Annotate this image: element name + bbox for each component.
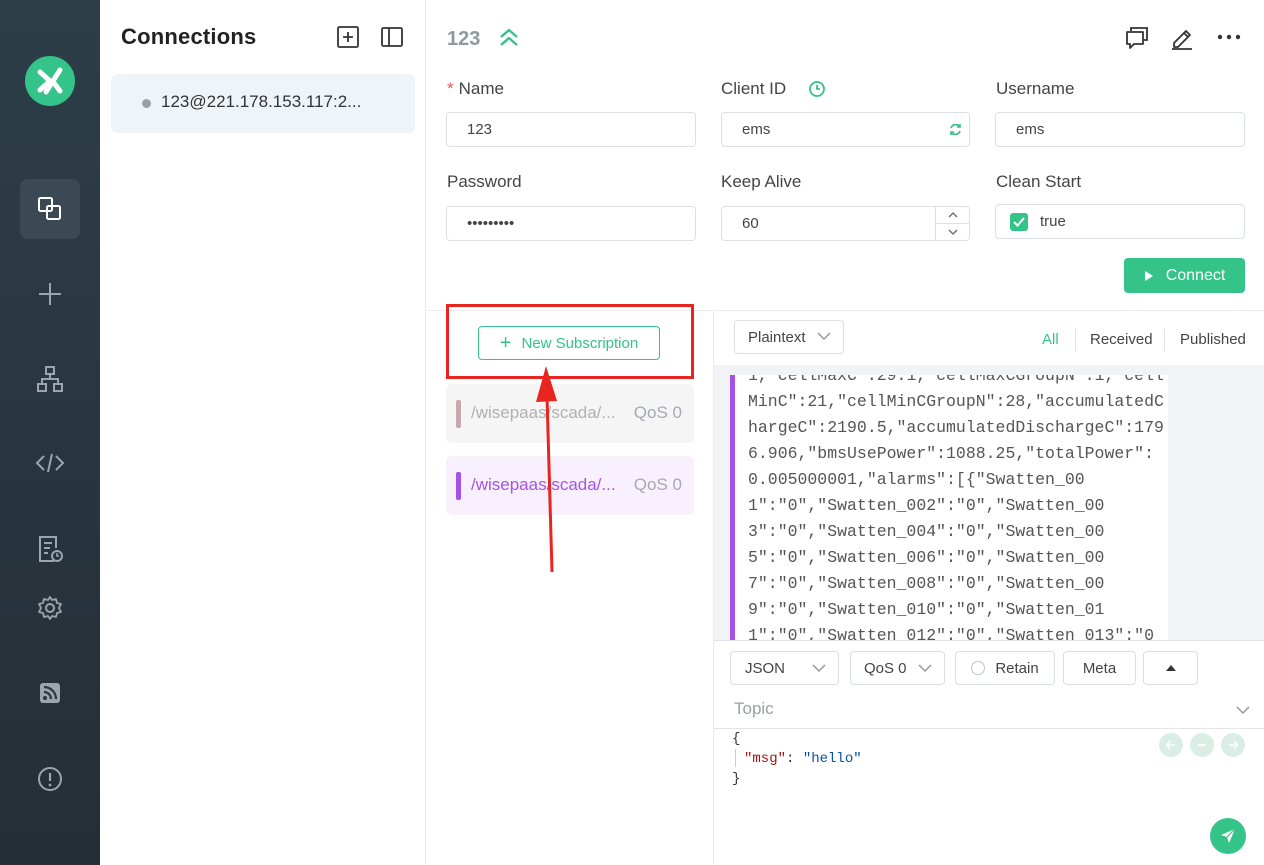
connection-status-dot <box>142 99 151 108</box>
nav-topology-icon[interactable] <box>20 349 80 409</box>
message-payload: 1,"cellMaxC":29.1,"cellMaxCGroupN":1,"ce… <box>748 375 1164 640</box>
nav-connections-icon[interactable] <box>20 179 80 239</box>
nav-settings-gear-icon[interactable] <box>20 578 80 638</box>
payload-type-select[interactable]: JSON <box>730 651 839 685</box>
retain-toggle[interactable]: Retain <box>955 651 1055 685</box>
refresh-client-id-icon[interactable] <box>948 122 963 141</box>
app-window: Connections 123@221.178.153.117:2... 123… <box>0 0 1264 865</box>
keep-alive-input[interactable]: 60 <box>721 206 970 241</box>
subscription-qos: QoS 0 <box>633 403 682 422</box>
add-connection-plus-square-icon[interactable] <box>335 24 361 50</box>
toggle-sidebar-panel-icon[interactable] <box>379 24 405 50</box>
filter-published-tab[interactable]: Published <box>1180 331 1246 348</box>
connect-label: Connect <box>1165 266 1226 284</box>
topic-input[interactable]: Topic <box>714 689 1264 729</box>
connections-panel: Connections 123@221.178.153.117:2... <box>100 0 426 865</box>
nav-new-connection-plus-icon[interactable] <box>20 264 80 324</box>
send-paper-plane-icon[interactable] <box>1210 818 1246 854</box>
left-nav <box>0 0 100 865</box>
chevron-down-icon <box>817 332 831 341</box>
meta-button[interactable]: Meta <box>1063 651 1136 685</box>
expand-caret-up-icon[interactable] <box>1143 651 1198 685</box>
name-label: * Name <box>447 79 504 98</box>
subscription-item[interactable]: /wisepaas/scada/... QoS 0 <box>446 456 694 515</box>
name-input[interactable]: 123 <box>446 112 696 147</box>
nav-subscribe-rss-icon[interactable] <box>20 663 80 723</box>
connection-title: 123 <box>447 28 481 50</box>
nav-script-code-icon[interactable] <box>20 433 80 493</box>
connections-title: Connections <box>121 24 257 49</box>
retain-radio-icon <box>971 661 986 675</box>
clean-start-label: Clean Start <box>996 172 1082 191</box>
username-input[interactable]: ems <box>995 112 1245 147</box>
nav-log-icon[interactable] <box>20 519 80 579</box>
filter-separator <box>1075 329 1076 351</box>
messages-panel: Plaintext All Received Published 1,"cell… <box>714 311 1264 640</box>
subscription-topic: /wisepaas/scada/... <box>471 475 616 494</box>
message-bubble: 1,"cellMaxC":29.1,"cellMaxCGroupN":1,"ce… <box>730 375 1168 640</box>
password-label: Password <box>447 172 522 191</box>
keep-alive-label: Keep Alive <box>721 172 802 191</box>
subscription-qos: QoS 0 <box>633 475 682 494</box>
client-id-input[interactable]: ems <box>721 112 970 147</box>
connection-item[interactable]: 123@221.178.153.117:2... <box>111 74 415 133</box>
history-next-arrow-icon[interactable] <box>1221 733 1245 757</box>
chevron-down-icon <box>918 664 932 673</box>
editor-line: { <box>732 731 741 747</box>
message-composer: JSON QoS 0 Retain Meta Topic { "msg": "h… <box>714 640 1264 865</box>
editor-line: "msg": "hello" <box>732 749 862 769</box>
chevron-down-icon <box>812 664 826 673</box>
username-label: Username <box>996 79 1075 98</box>
subscription-topic: /wisepaas/scada/... <box>471 403 616 422</box>
history-clear-minus-icon[interactable] <box>1190 733 1214 757</box>
subscription-color-bar <box>456 400 461 428</box>
clean-start-checkbox[interactable] <box>1010 212 1028 231</box>
chevron-down-icon[interactable] <box>1236 705 1250 715</box>
filter-received-tab[interactable]: Received <box>1090 331 1153 348</box>
messages-toolbar: Plaintext All Received Published <box>714 311 1264 365</box>
edit-pencil-icon[interactable] <box>1169 24 1195 50</box>
mqttx-logo-icon <box>25 56 75 106</box>
payload-editor[interactable]: { "msg": "hello" } <box>732 729 862 789</box>
connect-button[interactable]: Connect <box>1124 258 1245 293</box>
client-id-label: Client ID <box>721 79 787 98</box>
keep-alive-stepper <box>935 207 969 240</box>
comment-chat-icon[interactable] <box>1124 24 1150 50</box>
qos-select[interactable]: QoS 0 <box>850 651 945 685</box>
play-icon <box>1144 270 1153 281</box>
password-input[interactable]: ••••••••• <box>446 206 696 241</box>
filter-separator <box>1164 329 1165 351</box>
collapse-form-chevron-up-icon[interactable] <box>497 26 521 55</box>
nav-about-info-icon[interactable] <box>20 749 80 809</box>
history-prev-arrow-icon[interactable] <box>1159 733 1183 757</box>
clean-start-field[interactable]: true <box>995 204 1245 239</box>
subscription-color-bar <box>456 472 461 500</box>
decrement-chevron-down-icon[interactable] <box>936 224 969 240</box>
increment-chevron-up-icon[interactable] <box>936 207 969 224</box>
client-id-clock-icon[interactable] <box>808 80 826 103</box>
clean-start-value: true <box>1040 213 1066 230</box>
more-options-ellipsis-icon[interactable] <box>1216 24 1242 50</box>
subscription-item[interactable]: /wisepaas/scada/... QoS 0 <box>446 384 694 443</box>
filter-all-tab[interactable]: All <box>1042 331 1059 348</box>
editor-line: } <box>732 771 741 787</box>
connection-item-label: 123@221.178.153.117:2... <box>161 92 362 111</box>
payload-format-select[interactable]: Plaintext <box>734 320 844 354</box>
highlight-box <box>446 304 694 379</box>
